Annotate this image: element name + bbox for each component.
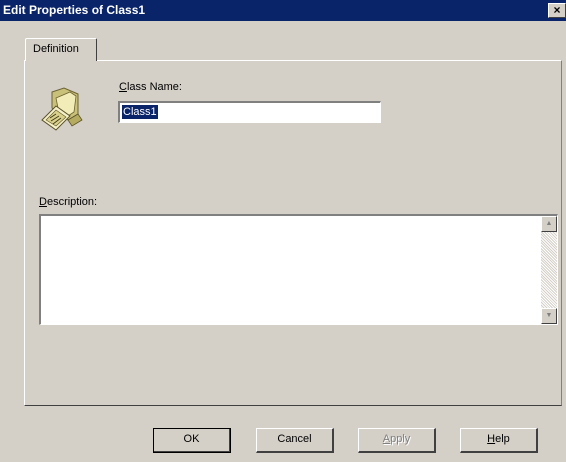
class-icon xyxy=(41,87,83,131)
tab-definition-label: Definition xyxy=(33,43,79,55)
title-bar: Edit Properties of Class1 × xyxy=(0,0,566,21)
apply-button[interactable]: Apply xyxy=(358,428,436,453)
scroll-down-icon[interactable]: ▼ xyxy=(541,308,557,324)
description-textarea[interactable]: ▲ ▼ xyxy=(39,214,558,325)
class-name-value: Class1 xyxy=(122,105,158,119)
description-label: Description: xyxy=(39,196,98,208)
cancel-button[interactable]: Cancel xyxy=(256,428,334,453)
close-button[interactable]: × xyxy=(548,3,566,18)
tab-definition[interactable]: Definition xyxy=(25,38,97,61)
class-name-input[interactable]: Class1 xyxy=(118,101,381,123)
window-title: Edit Properties of Class1 xyxy=(3,3,146,17)
class-name-label: Class Name: xyxy=(119,81,182,93)
tab-panel: Class Name: Class1 Description: ▲ ▼ xyxy=(24,60,562,406)
scroll-up-icon[interactable]: ▲ xyxy=(541,216,557,232)
help-button[interactable]: Help xyxy=(460,428,538,453)
description-scrollbar[interactable]: ▲ ▼ xyxy=(541,216,557,324)
ok-button[interactable]: OK xyxy=(153,428,231,453)
dialog-body: Definition Class Name: Class1 Descriptio… xyxy=(0,21,566,462)
